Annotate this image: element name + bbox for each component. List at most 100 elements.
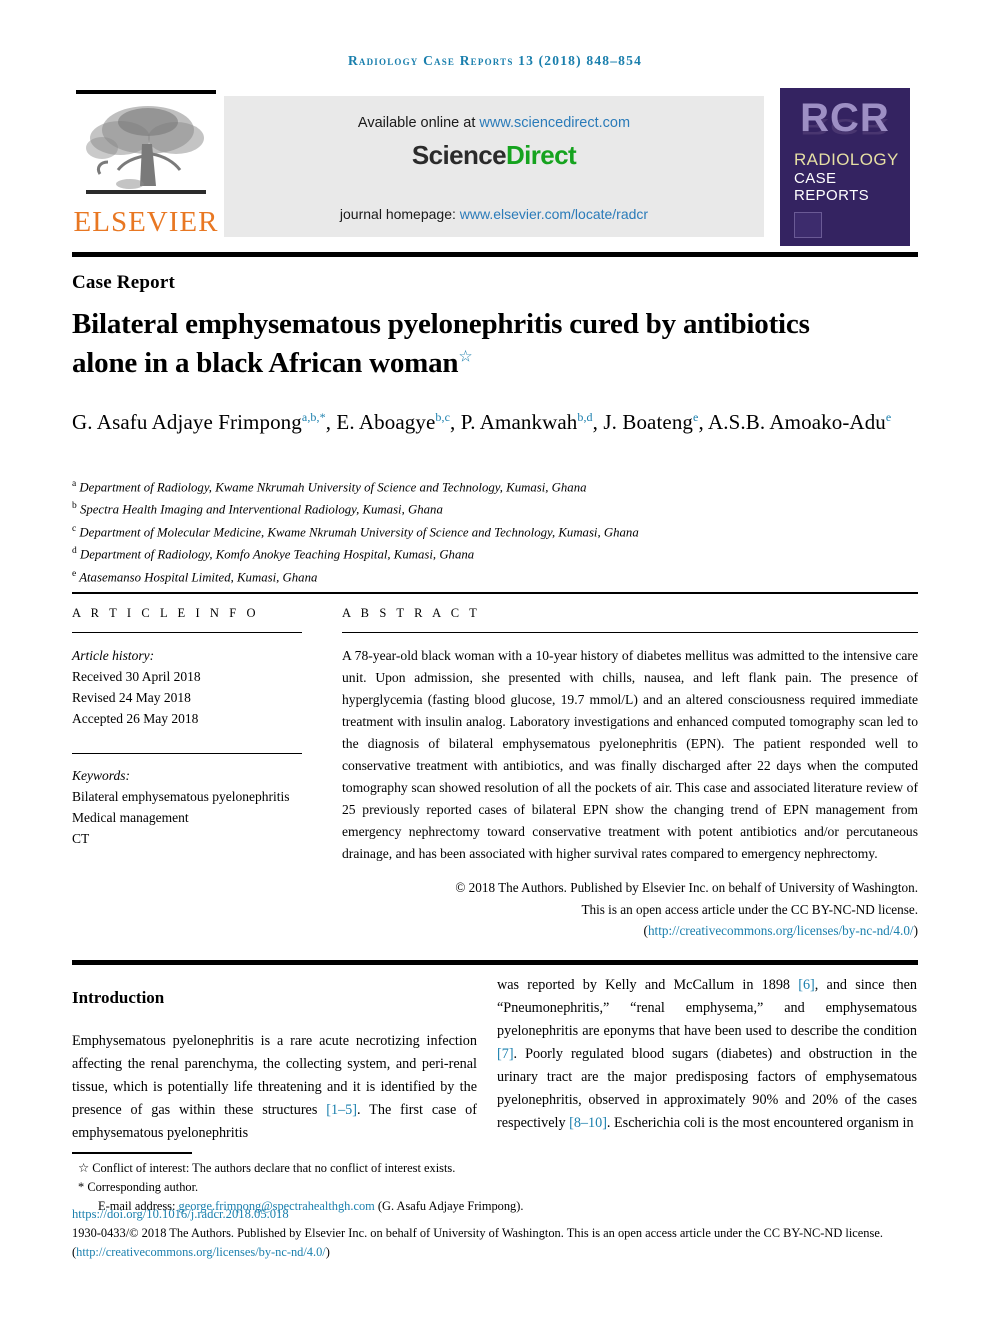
copyright-line-1: © 2018 The Authors. Published by Elsevie… [455, 880, 918, 896]
footnote-rule [72, 1152, 192, 1154]
elsevier-logo: ELSEVIER [72, 88, 220, 246]
affiliation-mark: b [72, 501, 77, 512]
footnote-corresponding-author: * Corresponding author. [72, 1178, 918, 1197]
footer-cc-license-link[interactable]: http://creativecommons.org/licenses/by-n… [76, 1245, 326, 1259]
abstract-section-top-rule [72, 592, 918, 594]
abstract-column: A B S T R A C T A 78-year-old black woma… [342, 606, 918, 941]
author-name: G. Asafu Adjaye Frimpong [72, 410, 302, 434]
author-affiliation-marks: b,d [577, 410, 593, 424]
sciencedirect-logo-science: Science [411, 140, 507, 170]
section-heading-introduction: Introduction [72, 988, 165, 1007]
keywords-label: Keywords: [72, 768, 130, 784]
article-info-heading: A R T I C L E I N F O [72, 606, 260, 620]
abstract-heading-rule [342, 632, 918, 633]
affiliation-item: a Department of Radiology, Kwame Nkrumah… [72, 476, 902, 498]
keyword-item: Bilateral emphysematous pyelonephritis [72, 789, 290, 805]
sciencedirect-link[interactable]: www.sciencedirect.com [479, 115, 630, 131]
journal-homepage-text: journal homepage: www.elsevier.com/locat… [224, 206, 764, 222]
title-footnote-marker[interactable]: ☆ [458, 348, 472, 365]
cc-license-link[interactable]: http://creativecommons.org/licenses/by-n… [648, 923, 914, 938]
body-column-right: was reported by Kelly and McCallum in 18… [497, 974, 917, 1135]
author-affiliation-marks: b,c [435, 410, 451, 424]
masthead-bottom-rule [72, 252, 918, 257]
running-head: Radiology Case Reports 13 (2018) 848–854 [347, 53, 643, 68]
article-info-heading-rule [72, 632, 302, 633]
copyright-line-2: This is an open access article under the… [581, 901, 918, 917]
footnote-marker-star: ☆ [78, 1161, 90, 1175]
journal-cover-image: RCR RCR RADIOLOGY CASE REPORTS [780, 88, 910, 246]
body-column-left: Emphysematous pyelonephritis is a rare a… [72, 1030, 477, 1145]
article-history-label: Article history: [72, 648, 155, 663]
cover-line-radiology: RADIOLOGY [794, 150, 899, 169]
keyword-item: CT [72, 831, 90, 847]
abstract-copyright: © 2018 The Authors. Published by Elsevie… [342, 877, 918, 941]
journal-article-page: Radiology Case Reports 13 (2018) 848–854 [0, 0, 990, 1320]
citation-ref[interactable]: [6] [798, 977, 815, 993]
author-list: G. Asafu Adjaye Frimponga,b,*, E. Aboagy… [72, 410, 892, 434]
footnote-conflict-text: Conflict of interest: The authors declar… [92, 1161, 456, 1175]
copyright-paren-close: ) [913, 922, 918, 938]
keywords-list: Keywords: Bilateral emphysematous pyelon… [72, 765, 302, 849]
footnote-corresponding-text: Corresponding author. [87, 1179, 199, 1194]
affiliation-text: Spectra Health Imaging and Interventiona… [79, 502, 443, 517]
issn-copyright-footer: 1930-0433/© 2018 The Authors. Published … [72, 1224, 918, 1262]
page-title-text: Bilateral emphysematous pyelonephritis c… [72, 308, 810, 379]
affiliation-mark: d [72, 546, 77, 557]
article-type-label: Case Report [72, 272, 175, 293]
abstract-text: A 78-year-old black woman with a 10-year… [342, 648, 918, 862]
affiliation-text: Department of Molecular Medicine, Kwame … [79, 525, 639, 540]
footnote-marker-asterisk: * [78, 1179, 85, 1194]
article-info-column: A R T I C L E I N F O Article history: R… [72, 606, 302, 849]
page-title: Bilateral emphysematous pyelonephritis c… [72, 305, 872, 382]
available-online-text: Available online at www.sciencedirect.co… [224, 115, 764, 131]
affiliation-mark: a [72, 479, 77, 489]
cover-line-case: CASE [794, 170, 837, 187]
cover-line-reports: REPORTS [794, 187, 870, 204]
affiliation-text: Department of Radiology, Komfo Anokye Te… [79, 547, 475, 562]
article-received-date: Received 30 April 2018 [72, 669, 201, 685]
masthead: ELSEVIER Available online at www.science… [72, 88, 918, 246]
affiliation-mark: c [72, 523, 77, 534]
intro-continuation-part1: was reported by Kelly and McCallum in 18… [497, 977, 799, 993]
journal-homepage-label: journal homepage: [339, 206, 460, 222]
affiliation-item: e Atasemanso Hospital Limited, Kumasi, G… [72, 566, 902, 588]
doi-link[interactable]: https://doi.org/10.1016/j.radcr.2018.05.… [72, 1207, 289, 1222]
journal-homepage-link[interactable]: www.elsevier.com/locate/radcr [460, 206, 648, 222]
sciencedirect-logo: ScienceDirect [224, 140, 764, 171]
footnote-conflict-of-interest: ☆ Conflict of interest: The authors decl… [72, 1159, 918, 1178]
affiliation-mark: e [72, 568, 77, 579]
abstract-heading: A B S T R A C T [342, 606, 481, 620]
issn-paren-close: ) [325, 1245, 330, 1260]
affiliation-item: c Department of Molecular Medicine, Kwam… [72, 521, 902, 543]
cover-elsevier-icon [794, 212, 822, 238]
author-affiliation-marks: a,b,* [301, 410, 326, 424]
author-affiliation-marks: e [693, 410, 699, 424]
author-name: P. Amankwah [460, 410, 578, 434]
author-name: E. Aboagye [336, 410, 436, 434]
affiliation-text: Atasemanso Hospital Limited, Kumasi, Gha… [79, 569, 318, 584]
article-revised-date: Revised 24 May 2018 [72, 690, 191, 706]
article-history: Article history: Received 30 April 2018 … [72, 645, 302, 729]
keyword-item: Medical management [72, 810, 189, 826]
article-accepted-date: Accepted 26 May 2018 [72, 711, 199, 727]
citation-ref[interactable]: [7] [497, 1046, 514, 1062]
elsevier-top-rule [76, 90, 216, 94]
elsevier-tree-icon [78, 100, 214, 204]
elsevier-wordmark: ELSEVIER [73, 206, 219, 238]
available-online-label: Available online at [357, 115, 480, 131]
affiliation-item: d Department of Radiology, Komfo Anokye … [72, 543, 902, 565]
body-section-top-rule [72, 960, 918, 965]
affiliation-item: b Spectra Health Imaging and Interventio… [72, 498, 902, 520]
cover-acronym: RCR [800, 96, 890, 140]
citation-ref[interactable]: [1–5] [326, 1102, 357, 1118]
keywords-rule [72, 753, 302, 755]
citation-ref[interactable]: [8–10] [569, 1115, 607, 1131]
affiliation-list: a Department of Radiology, Kwame Nkrumah… [72, 476, 902, 588]
sciencedirect-logo-direct: Direct [505, 140, 577, 170]
sciencedirect-banner: Available online at www.sciencedirect.co… [224, 96, 764, 237]
email-author-suffix: (G. Asafu Adjaye Frimpong). [374, 1198, 524, 1213]
affiliation-text: Department of Radiology, Kwame Nkrumah U… [79, 480, 587, 495]
author-name: A.S.B. Amoako-Adu [708, 410, 886, 434]
intro-continuation-part4: . Escherichia coli is the most encounter… [606, 1115, 914, 1131]
author-affiliation-marks: e [885, 410, 892, 424]
